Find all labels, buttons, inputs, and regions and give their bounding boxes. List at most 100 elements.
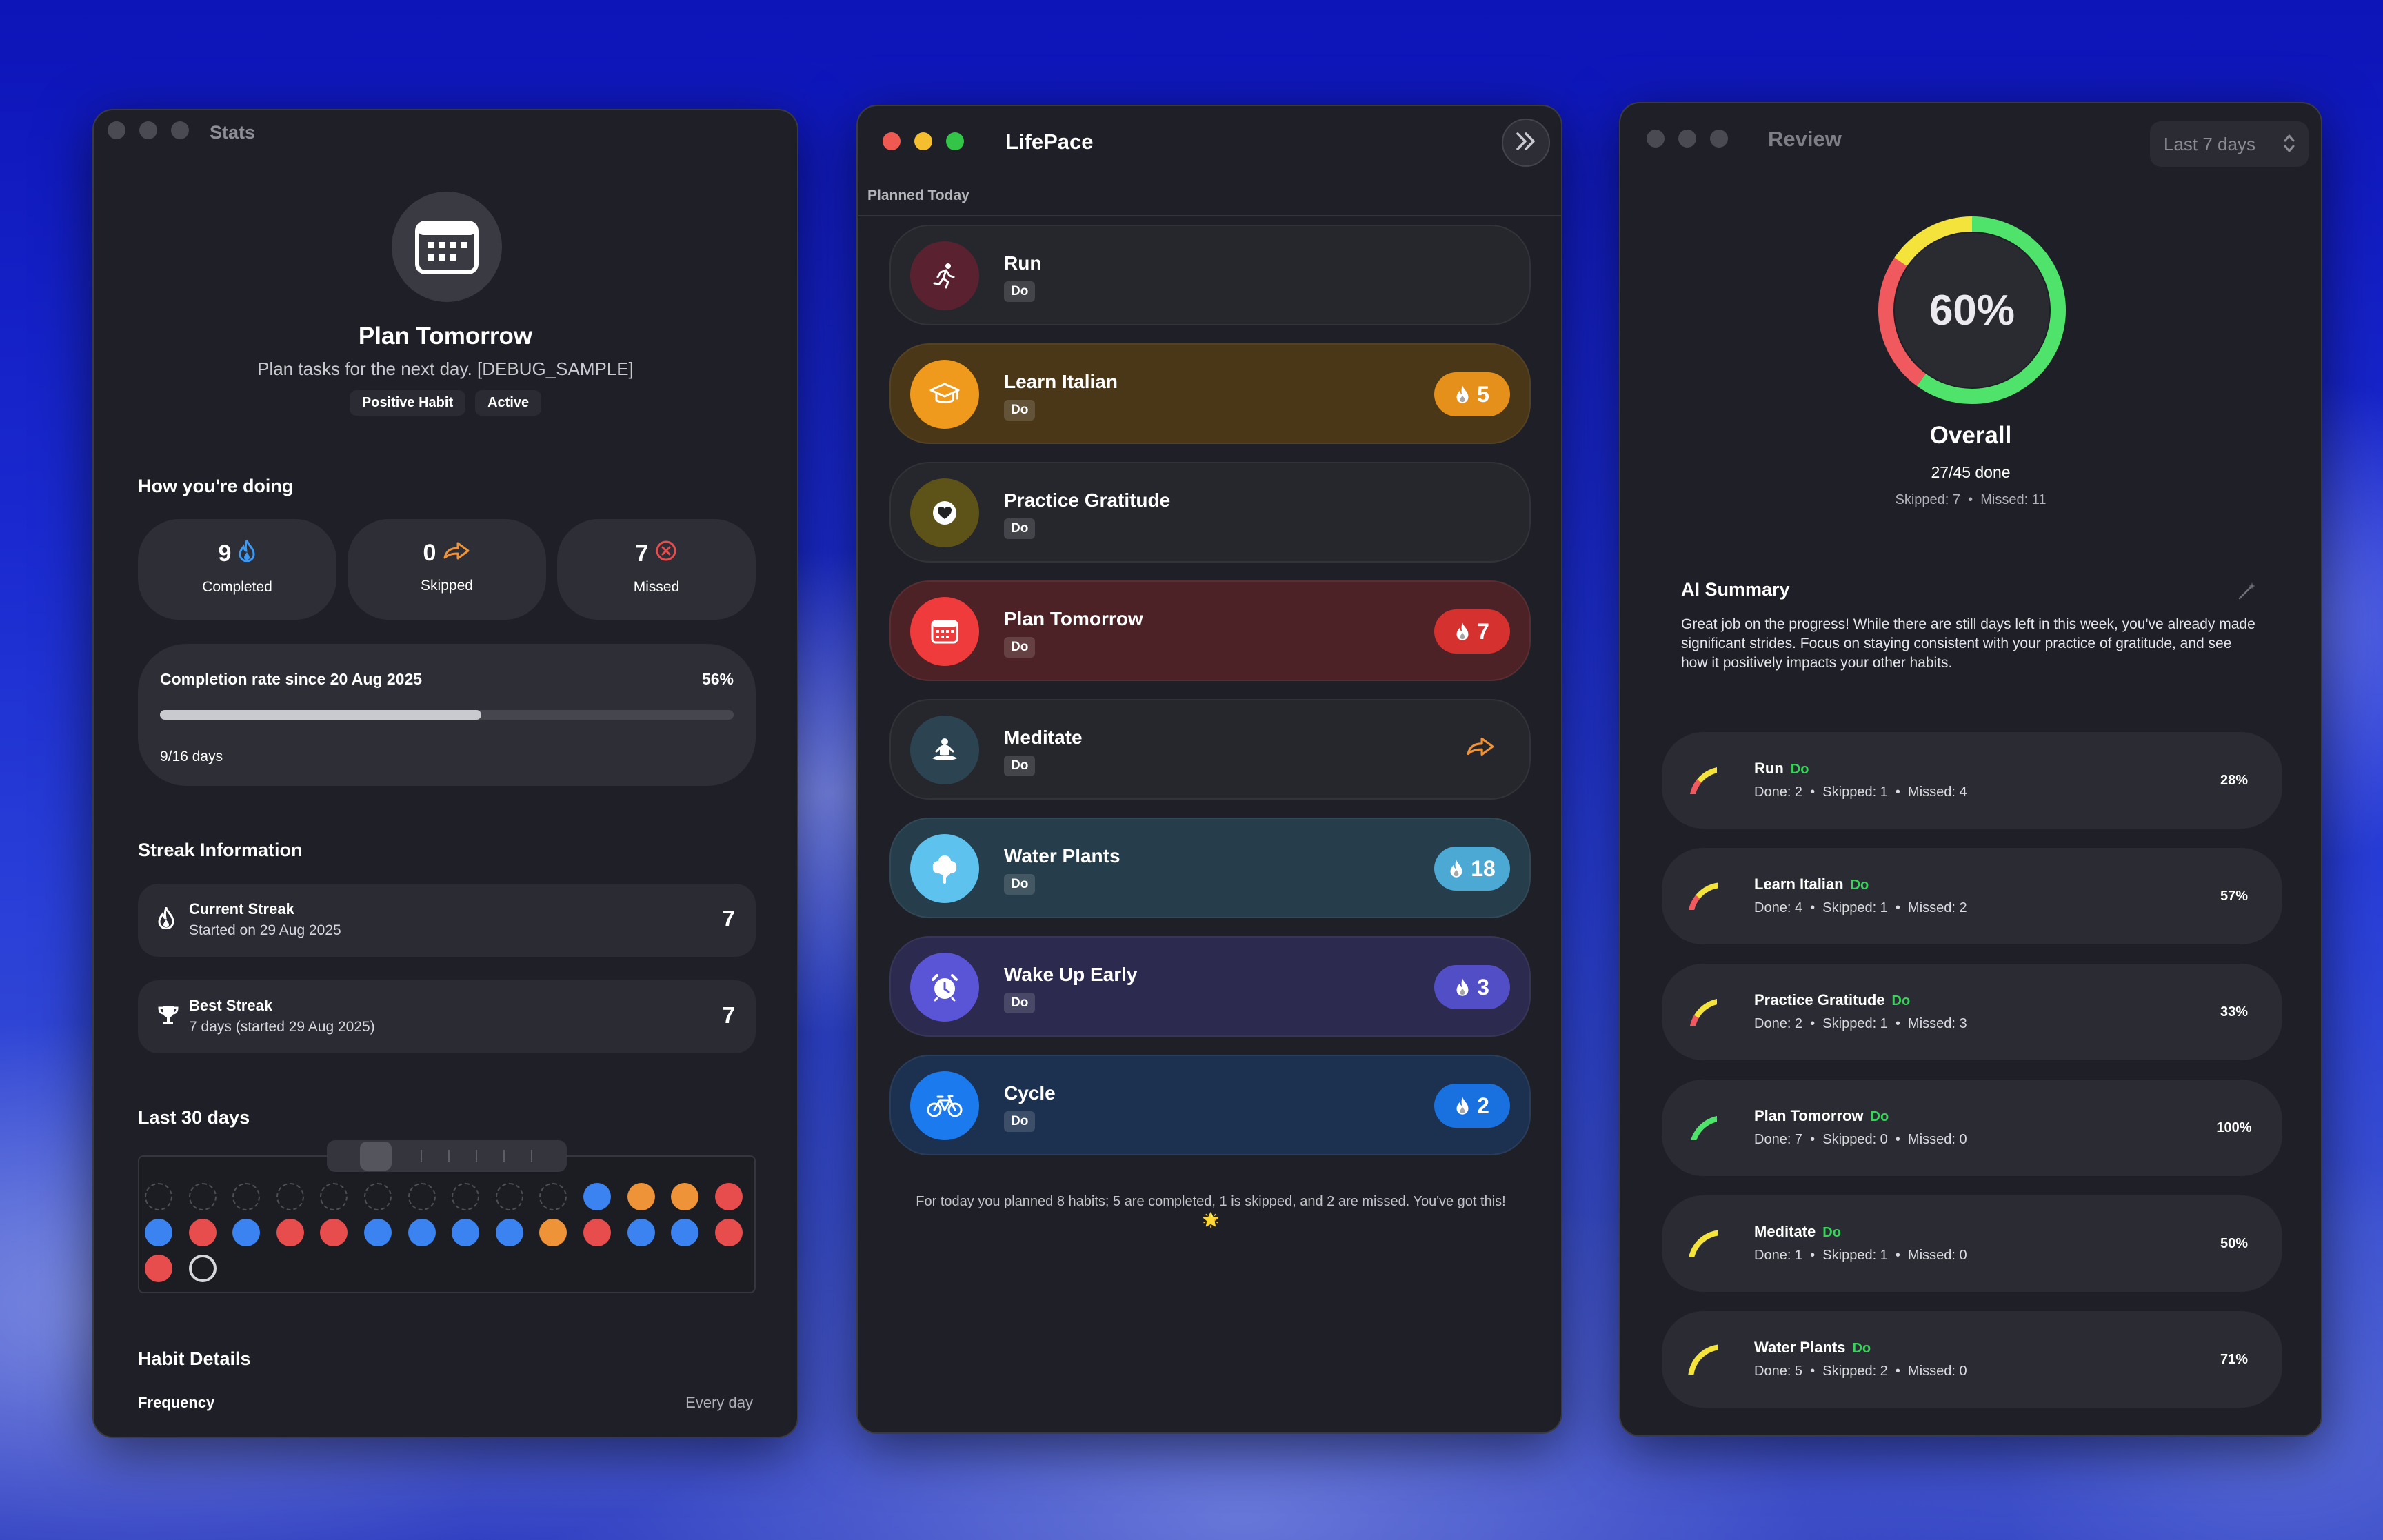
day-dot[interactable] xyxy=(232,1183,261,1210)
progress-ring: 57% xyxy=(2200,862,2269,931)
day-dot[interactable] xyxy=(276,1219,304,1246)
review-item[interactable]: Meditate Do Done: 1 • Skipped: 1 • Missed:… xyxy=(1662,1195,2282,1292)
review-item-stats: Done: 2 • Skipped: 1 • Missed: 3 xyxy=(1754,1016,1967,1031)
completion-rate-pct: 56% xyxy=(701,670,734,688)
review-item-action: Do xyxy=(1852,1341,1871,1356)
minimize-window-button[interactable] xyxy=(914,132,932,150)
habit-card[interactable]: Run Do xyxy=(889,225,1531,325)
day-dot[interactable] xyxy=(188,1255,217,1282)
calendar-icon xyxy=(392,192,502,302)
review-item[interactable]: Run Do Done: 2 • Skipped: 1 • Missed: 4 28% xyxy=(1662,732,2282,829)
ai-summary-heading: AI Summary xyxy=(1681,579,1790,600)
window-controls[interactable] xyxy=(883,132,964,150)
day-dot[interactable] xyxy=(671,1219,699,1246)
trophy-icon xyxy=(157,1004,179,1026)
day-dot[interactable] xyxy=(627,1219,655,1246)
day-dot[interactable] xyxy=(539,1183,567,1210)
day-dot[interactable] xyxy=(188,1183,217,1210)
best-streak-value: 7 xyxy=(722,1002,735,1028)
heart-icon xyxy=(1687,995,1720,1029)
window-title: Stats xyxy=(210,122,256,143)
day-dot[interactable] xyxy=(495,1219,523,1246)
close-window-button[interactable] xyxy=(1647,130,1665,148)
progress-ring: 50% xyxy=(2200,1209,2269,1278)
day-dot[interactable] xyxy=(714,1183,743,1210)
flame-icon xyxy=(1456,978,1469,996)
day-dot[interactable] xyxy=(276,1183,304,1210)
ai-summary-text: Great job on the progress! While there a… xyxy=(1681,616,2255,671)
day-dot[interactable] xyxy=(364,1219,392,1246)
date-range-select[interactable]: Last 7 days xyxy=(2150,121,2309,167)
window-controls[interactable] xyxy=(1647,130,1728,148)
minimize-window-button[interactable] xyxy=(1678,130,1696,148)
day-dot[interactable] xyxy=(583,1183,611,1210)
day-dot[interactable] xyxy=(714,1219,743,1246)
review-item[interactable]: Learn Italian Do Done: 4 • Skipped: 1 • Mi… xyxy=(1662,848,2282,944)
review-skipped: Skipped: 1 xyxy=(1822,1016,1888,1031)
day-dot[interactable] xyxy=(452,1219,480,1246)
zoom-window-button[interactable] xyxy=(946,132,964,150)
missed-label: Missed xyxy=(633,579,680,595)
habit-card[interactable]: Practice Gratitude Do xyxy=(889,462,1531,563)
minimize-window-button[interactable] xyxy=(139,121,157,139)
close-window-button[interactable] xyxy=(108,121,125,139)
habit-action-tag: Do xyxy=(1004,518,1036,539)
review-skipped: Skipped: 1 xyxy=(1822,1248,1888,1263)
day-dot[interactable] xyxy=(145,1219,172,1246)
day-dot[interactable] xyxy=(408,1219,436,1246)
overall-done: 27/45 done xyxy=(1931,463,2011,481)
habit-card[interactable]: Learn Italian Do 5 xyxy=(889,343,1531,444)
streak-count: 7 xyxy=(1477,618,1489,644)
close-window-button[interactable] xyxy=(883,132,901,150)
day-dot[interactable] xyxy=(627,1183,655,1210)
habit-card[interactable]: Plan Tomorrow Do 7 xyxy=(889,580,1531,681)
day-dot[interactable] xyxy=(671,1183,699,1210)
review-percent: 100% xyxy=(2216,1119,2252,1135)
stats-window: Stats Plan Tomorrow Plan tasks for the n… xyxy=(92,109,798,1438)
habit-card[interactable]: Water Plants Do 18 xyxy=(889,818,1531,918)
habit-name: Water Plants xyxy=(1004,845,1120,867)
details-heading: Habit Details xyxy=(138,1348,251,1369)
flame-icon xyxy=(1456,1097,1469,1115)
habit-card[interactable]: Meditate Do xyxy=(889,699,1531,800)
review-percent: 57% xyxy=(2220,888,2249,904)
expand-button[interactable] xyxy=(1502,119,1550,167)
flame-icon xyxy=(157,904,179,930)
running-icon xyxy=(910,241,979,310)
day-dot[interactable] xyxy=(495,1183,523,1210)
day-dot[interactable] xyxy=(364,1183,392,1210)
review-item[interactable]: Water Plants Do Done: 5 • Skipped: 2 • Mis… xyxy=(1662,1311,2282,1408)
habit-action-tag: Do xyxy=(1004,637,1036,658)
day-dot[interactable] xyxy=(583,1219,611,1246)
day-dot[interactable] xyxy=(320,1183,348,1210)
sparkle-icon[interactable] xyxy=(2237,580,2258,605)
alarm-icon xyxy=(910,953,979,1022)
habit-name: Run xyxy=(1004,252,1042,274)
review-item[interactable]: Plan Tomorrow Do Done: 7 • Skipped: 0 • Mi… xyxy=(1662,1080,2282,1176)
habit-tags: Positive Habit Active xyxy=(94,390,797,416)
zoom-window-button[interactable] xyxy=(171,121,189,139)
review-percent: 28% xyxy=(2220,772,2249,788)
review-item-stats: Done: 2 • Skipped: 1 • Missed: 4 xyxy=(1754,784,1967,800)
overall-skipped: Skipped: 7 xyxy=(1895,492,1961,507)
frequency-label: Frequency xyxy=(138,1394,215,1411)
habit-card[interactable]: Wake Up Early Do 3 xyxy=(889,936,1531,1037)
how-heading: How you're doing xyxy=(138,476,294,496)
review-item[interactable]: Practice Gratitude Do Done: 2 • Skipped: 1… xyxy=(1662,964,2282,1060)
review-item-stats: Done: 4 • Skipped: 1 • Missed: 2 xyxy=(1754,900,1967,915)
review-done: Done: 2 xyxy=(1754,1016,1803,1031)
zoom-window-button[interactable] xyxy=(1710,130,1728,148)
day-dot[interactable] xyxy=(452,1183,480,1210)
day-dot[interactable] xyxy=(145,1255,172,1282)
day-dot[interactable] xyxy=(408,1183,436,1210)
habit-card[interactable]: Cycle Do 2 xyxy=(889,1055,1531,1155)
scrollbar-knob[interactable] xyxy=(360,1142,392,1171)
horizontal-scrollbar[interactable] xyxy=(327,1140,567,1172)
window-controls[interactable] xyxy=(108,121,189,139)
day-dot[interactable] xyxy=(539,1219,567,1246)
day-dot[interactable] xyxy=(320,1219,348,1246)
day-dot[interactable] xyxy=(188,1219,217,1246)
day-dot[interactable] xyxy=(145,1183,172,1210)
day-dot[interactable] xyxy=(232,1219,261,1246)
current-streak-title: Current Streak xyxy=(189,900,294,918)
